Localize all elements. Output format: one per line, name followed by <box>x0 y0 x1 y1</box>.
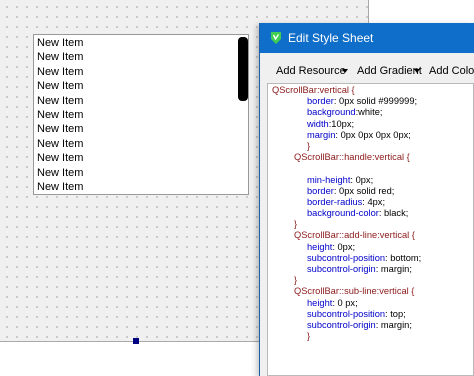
code-line: } <box>272 219 473 230</box>
css-property: background-color <box>307 208 379 219</box>
css-value: : 0px 0px 0px 0px; <box>335 129 411 140</box>
code-line: border-radius: 4px; <box>272 197 473 208</box>
list-item[interactable]: New Item <box>34 79 236 93</box>
form-resize-handle[interactable] <box>133 338 139 344</box>
css-selector: QScrollBar:vertical { <box>272 85 355 95</box>
code-line: min-height: 0px; <box>272 175 473 186</box>
code-line: background-color: black; <box>272 208 473 219</box>
css-property: subcontrol-origin <box>307 264 376 274</box>
add-gradient-dropdown-icon[interactable] <box>414 69 420 73</box>
code-line: background:white; <box>272 107 473 118</box>
css-selector: } <box>307 140 311 151</box>
css-selector: QScrollBar::add-line:vertical { <box>294 230 415 241</box>
code-line: QScrollBar::sub-line:vertical { <box>272 286 473 297</box>
code-line: height: 0px; <box>272 242 473 253</box>
stylesheet-editor[interactable]: QScrollBar:vertical {border: 0px solid #… <box>267 83 474 376</box>
css-value: : 0px; <box>332 241 356 252</box>
code-line: } <box>272 141 473 152</box>
list-widget[interactable]: New Item New Item New Item New Item New Item… <box>33 34 249 195</box>
code-line: subcontrol-origin: margin; <box>272 320 473 331</box>
css-value: : top; <box>385 308 406 319</box>
css-property: min-height <box>307 174 351 185</box>
add-color-button[interactable]: Add Color <box>429 64 474 78</box>
code-line: QScrollBar::handle:vertical { <box>272 152 473 163</box>
stylesheet-text: QScrollBar:vertical {border: 0px solid #… <box>272 85 473 342</box>
code-line: border: 0px solid red; <box>272 186 473 197</box>
css-property: border <box>307 96 334 107</box>
list-item[interactable]: New Item <box>34 151 236 165</box>
css-selector: } <box>294 219 298 230</box>
qt-designer-icon <box>271 32 281 44</box>
list-items: New Item New Item New Item New Item New Item… <box>34 36 236 194</box>
add-resource-dropdown-icon[interactable] <box>342 69 348 73</box>
css-value: : margin; <box>375 264 412 274</box>
css-property: border-radius <box>307 196 363 207</box>
list-item[interactable]: New Item <box>34 65 236 79</box>
list-item[interactable]: New Item <box>34 94 236 108</box>
css-property: width <box>307 118 329 129</box>
code-line: height: 0 px; <box>272 298 473 309</box>
css-value: : 0 px; <box>332 297 358 308</box>
code-line: QScrollBar:vertical { <box>272 85 473 96</box>
code-line: subcontrol-position: top; <box>272 309 473 320</box>
css-selector: } <box>294 275 298 286</box>
css-value: :white; <box>355 107 383 118</box>
css-property: height <box>307 241 333 252</box>
css-value: : margin; <box>375 319 412 330</box>
css-value: : bottom; <box>385 252 422 263</box>
scrollbar-handle[interactable] <box>238 37 248 101</box>
edit-style-sheet-dialog: Edit Style Sheet Add Resource Add Gradie… <box>259 23 474 376</box>
list-item[interactable]: New Item <box>34 180 236 194</box>
code-line: subcontrol-position: bottom; <box>272 253 473 264</box>
list-item[interactable]: New Item <box>34 166 236 180</box>
css-property: height <box>307 297 333 308</box>
css-property: subcontrol-position <box>307 252 386 263</box>
list-item[interactable]: New Item <box>34 108 236 122</box>
list-item[interactable]: New Item <box>34 122 236 136</box>
code-line: } <box>272 331 473 342</box>
css-property: subcontrol-position <box>307 308 386 319</box>
css-value: : 0px; <box>350 174 374 185</box>
css-selector: QScrollBar::handle:vertical { <box>294 152 410 163</box>
css-value: : 0px solid red; <box>333 185 395 196</box>
css-property: border <box>307 185 334 196</box>
css-selector: } <box>307 331 311 342</box>
stylesheet-toolbar: Add Resource Add Gradient Add Color <box>260 56 474 84</box>
add-resource-button[interactable]: Add Resource <box>276 64 346 78</box>
vertical-scrollbar[interactable] <box>238 35 248 194</box>
list-item[interactable]: New Item <box>34 50 236 64</box>
dialog-titlebar[interactable]: Edit Style Sheet <box>260 23 474 53</box>
css-value: : 0px solid #999999; <box>333 96 418 107</box>
code-line: border: 0px solid #999999; <box>272 96 473 107</box>
css-value: :10px; <box>328 118 355 129</box>
css-property: background <box>307 107 356 118</box>
list-item[interactable]: New Item <box>34 137 236 151</box>
code-line: subcontrol-origin: margin; <box>272 264 473 275</box>
code-line: } <box>272 275 473 286</box>
code-line: QScrollBar::add-line:vertical { <box>272 230 473 241</box>
css-value: : black; <box>378 208 409 219</box>
add-gradient-button[interactable]: Add Gradient <box>357 64 422 78</box>
css-value: : 4px; <box>362 196 386 207</box>
css-property: margin <box>307 129 336 140</box>
list-item[interactable]: New Item <box>34 36 236 50</box>
dialog-title: Edit Style Sheet <box>288 31 374 45</box>
css-selector: QScrollBar::sub-line:vertical { <box>294 286 415 297</box>
code-line: width:10px; <box>272 119 473 130</box>
css-property: subcontrol-origin <box>307 319 376 330</box>
code-line: margin: 0px 0px 0px 0px; <box>272 130 473 141</box>
